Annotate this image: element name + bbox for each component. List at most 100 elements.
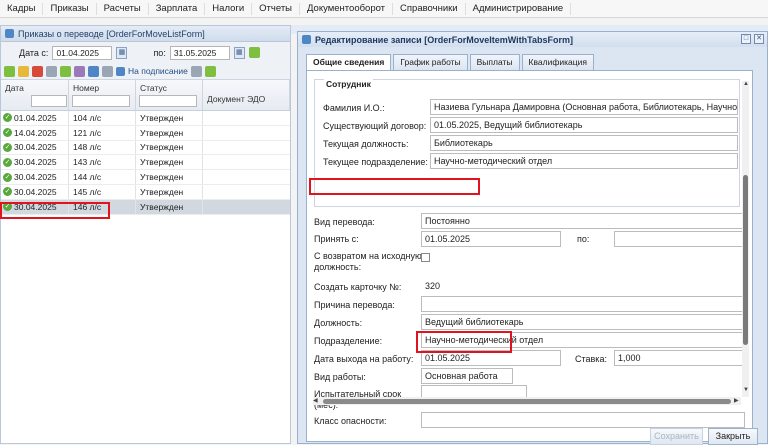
save-button[interactable]: Сохранить xyxy=(650,428,703,445)
menu-item-zarplata[interactable]: Зарплата xyxy=(149,2,206,15)
scroll-left-icon[interactable]: ◀ xyxy=(313,397,318,404)
cell-status: Утвержден xyxy=(136,199,203,214)
dept-label: Подразделение: xyxy=(314,336,383,346)
main-menu: Кадры Приказы Расчеты Зарплата Налоги От… xyxy=(0,0,768,18)
start-date-label: Дата выхода на работу: xyxy=(314,354,414,364)
date-filter: Дата с: 01.04.2025 ▦ по: 31.05.2025 ▦ xyxy=(1,42,290,63)
table-row[interactable]: ✓ 30.04.2025 148 л/с Утвержден xyxy=(1,140,290,156)
column-header-edo[interactable]: Документ ЭДО xyxy=(203,80,290,110)
tab-payments[interactable]: Выплаты xyxy=(469,54,520,70)
transfer-type-select[interactable]: Постоянно xyxy=(421,213,745,229)
add-icon[interactable] xyxy=(4,65,15,77)
scroll-down-icon[interactable]: ▼ xyxy=(743,387,749,393)
menu-item-spravochniki[interactable]: Справочники xyxy=(393,2,466,15)
date-to-label: по: xyxy=(153,47,166,58)
maximize-icon[interactable]: □ xyxy=(741,34,751,44)
calendar-icon[interactable]: ▦ xyxy=(233,46,245,59)
list-window-title: Приказы о переводе [OrderForMoveListForm… xyxy=(1,26,290,42)
delete-icon[interactable] xyxy=(32,65,43,77)
date-filter-input[interactable] xyxy=(31,95,67,107)
copy-icon[interactable] xyxy=(46,65,57,77)
menu-item-nalogi[interactable]: Налоги xyxy=(205,2,253,15)
vertical-scrollbar[interactable]: ▲ ▼ xyxy=(742,81,749,397)
cell-number: 144 л/с xyxy=(69,170,136,184)
menu-item-administrirovanie[interactable]: Администрирование xyxy=(466,2,572,15)
window-icon xyxy=(5,29,14,38)
dialog-title: Редактирование записи [OrderForMoveItemW… xyxy=(298,32,767,47)
position-field[interactable]: Ведущий библиотекарь xyxy=(421,314,745,330)
card-field[interactable]: 320 xyxy=(421,278,745,294)
approved-icon: ✓ xyxy=(3,142,12,152)
grid-body: ✓ 01.04.2025 104 л/с Утвержден ✓ 14.04.202… xyxy=(1,111,290,215)
fio-field[interactable]: Назиева Гульнара Дамировна (Основная раб… xyxy=(430,99,738,115)
approved-icon: ✓ xyxy=(3,157,12,167)
approved-icon: ✓ xyxy=(3,187,12,197)
column-header-date[interactable]: Дата xyxy=(1,80,69,110)
horizontal-scroll-thumb[interactable] xyxy=(323,399,731,404)
date-from-label: Дата с: xyxy=(19,47,49,58)
scroll-right-icon[interactable]: ▶ xyxy=(734,397,739,404)
accepted-from-field[interactable]: 01.05.2025 xyxy=(421,231,561,247)
current-position-field[interactable]: Библиотекарь xyxy=(430,135,738,151)
to-label: по: xyxy=(577,234,590,244)
close-button[interactable]: Закрыть xyxy=(708,428,758,445)
edit-icon[interactable] xyxy=(18,65,29,77)
status-filter-input[interactable] xyxy=(139,95,197,107)
current-position-label: Текущая должность: xyxy=(323,139,409,149)
tab-general[interactable]: Общие сведения xyxy=(306,54,392,71)
contract-label: Существующий договор: xyxy=(323,121,427,131)
transfer-type-label: Вид перевода: xyxy=(314,217,375,227)
number-filter-input[interactable] xyxy=(72,95,130,107)
print-icon[interactable] xyxy=(88,65,99,77)
refresh-icon[interactable] xyxy=(204,65,216,77)
column-header-label: Статус xyxy=(140,83,167,93)
menu-item-kadry[interactable]: Кадры xyxy=(0,2,44,15)
cell-status: Утвержден xyxy=(136,170,203,184)
menu-item-dokumentooborot[interactable]: Документооборот xyxy=(300,2,394,15)
column-header-number[interactable]: Номер xyxy=(69,80,136,110)
sign-icon[interactable] xyxy=(116,66,125,76)
menu-item-prikazy[interactable]: Приказы xyxy=(43,2,97,15)
highlight-transfer-type xyxy=(309,178,480,195)
close-icon[interactable]: ✕ xyxy=(754,34,764,44)
table-row[interactable]: ✓ 30.04.2025 143 л/с Утвержден xyxy=(1,155,290,171)
scroll-up-icon[interactable]: ▲ xyxy=(743,81,749,87)
date-from-field[interactable]: 01.04.2025 xyxy=(52,45,113,60)
export-icon[interactable] xyxy=(102,65,113,77)
menu-item-raschety[interactable]: Расчеты xyxy=(97,2,149,15)
approved-icon: ✓ xyxy=(3,113,12,123)
tab-schedule[interactable]: График работы xyxy=(393,54,468,70)
rate-field[interactable]: 1,000 xyxy=(614,350,745,366)
refresh-icon[interactable] xyxy=(248,47,260,58)
actions-icon[interactable] xyxy=(74,65,85,77)
column-header-status[interactable]: Статус xyxy=(136,80,203,110)
cell-status: Утвержден xyxy=(136,125,203,140)
calendar-icon[interactable]: ▦ xyxy=(116,46,128,59)
menu-item-otchety[interactable]: Отчеты xyxy=(252,2,300,15)
tab-qualification[interactable]: Квалификация xyxy=(521,54,594,70)
to-field[interactable] xyxy=(614,231,745,247)
return-checkbox[interactable] xyxy=(421,253,430,262)
contract-field[interactable]: 01.05.2025, Ведущий библиотекарь xyxy=(430,117,738,133)
hazard-class-field[interactable] xyxy=(421,412,745,428)
highlight-work-type xyxy=(416,331,512,353)
dialog-tabs: Общие сведения График работы Выплаты Ква… xyxy=(306,54,594,71)
current-dept-field[interactable]: Научно-методический отдел xyxy=(430,153,738,169)
to-sign-button[interactable]: На подписание xyxy=(128,66,188,76)
reason-field[interactable] xyxy=(421,296,745,312)
horizontal-scrollbar[interactable]: ◀ ▶ xyxy=(313,397,741,405)
cell-date: 01.04.2025 xyxy=(14,112,57,123)
table-row[interactable]: ✓ 30.04.2025 144 л/с Утвержден xyxy=(1,170,290,185)
table-row[interactable]: ✓ 01.04.2025 104 л/с Утвержден xyxy=(1,111,290,126)
cell-status: Утвержден xyxy=(136,111,203,125)
date-to-field[interactable]: 31.05.2025 xyxy=(169,45,230,60)
order-list-window: Приказы о переводе [OrderForMoveListForm… xyxy=(0,25,291,444)
cell-number: 145 л/с xyxy=(69,184,136,199)
doc-icon[interactable] xyxy=(190,65,202,77)
work-type-select[interactable]: Основная работа xyxy=(421,368,513,384)
approve-icon[interactable] xyxy=(60,65,71,77)
table-row[interactable]: ✓ 30.04.2025 145 л/с Утвержден xyxy=(1,184,290,200)
table-row[interactable]: ✓ 14.04.2025 121 л/с Утвержден xyxy=(1,125,290,141)
cell-date: 30.04.2025 xyxy=(14,157,57,168)
vertical-scroll-thumb[interactable] xyxy=(743,175,748,345)
